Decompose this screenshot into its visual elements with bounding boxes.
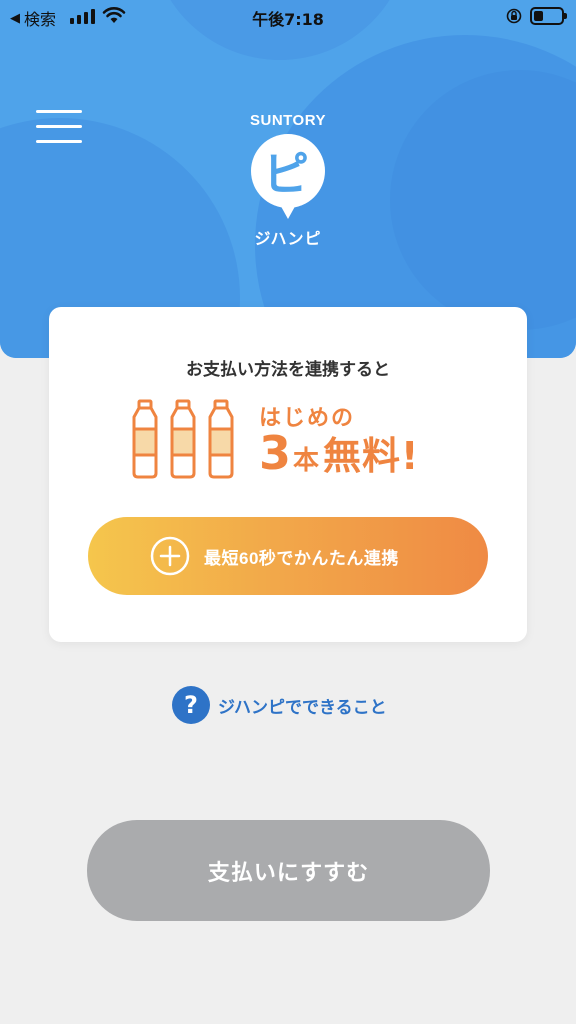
battery-icon	[530, 7, 567, 25]
promo-number: 3	[259, 426, 292, 480]
rotation-lock-icon	[506, 8, 522, 24]
three-bottles-icon	[132, 399, 234, 479]
quick-link-label: 最短60秒でかんたん連携	[204, 548, 399, 568]
card-lead-text: お支払い方法を連携すると	[186, 360, 390, 380]
status-bar: ◀ 検索 午後7:18	[0, 0, 576, 34]
quick-link-payment-button[interactable]: 最短60秒でかんたん連携	[88, 517, 488, 595]
app-logo: SUNTORY ピ ジハンピ	[238, 112, 338, 249]
plus-circle-icon	[150, 536, 190, 576]
logo-letter: ピ	[263, 147, 309, 201]
help-link[interactable]: ? ジハンピでできること	[172, 686, 387, 724]
hamburger-menu-button[interactable]	[36, 110, 82, 144]
clock: 午後7:18	[252, 10, 324, 29]
proceed-to-payment-button[interactable]: 支払いにすすむ	[87, 820, 490, 921]
brand-maker: SUNTORY	[249, 112, 326, 129]
payment-link-card: お支払い方法を連携すると はじめの 3 本 無料! 最短60秒でかんたん連携	[49, 307, 527, 642]
speech-pin-logo-icon: ピ	[251, 134, 325, 219]
promo-line2: 3 本 無料!	[259, 425, 419, 480]
help-link-label: ジハンピでできること	[218, 697, 387, 718]
question-icon: ?	[172, 686, 210, 724]
app-name: ジハンピ	[254, 229, 322, 248]
promo-unit: 本	[293, 446, 320, 476]
promo-free: 無料!	[323, 434, 420, 478]
